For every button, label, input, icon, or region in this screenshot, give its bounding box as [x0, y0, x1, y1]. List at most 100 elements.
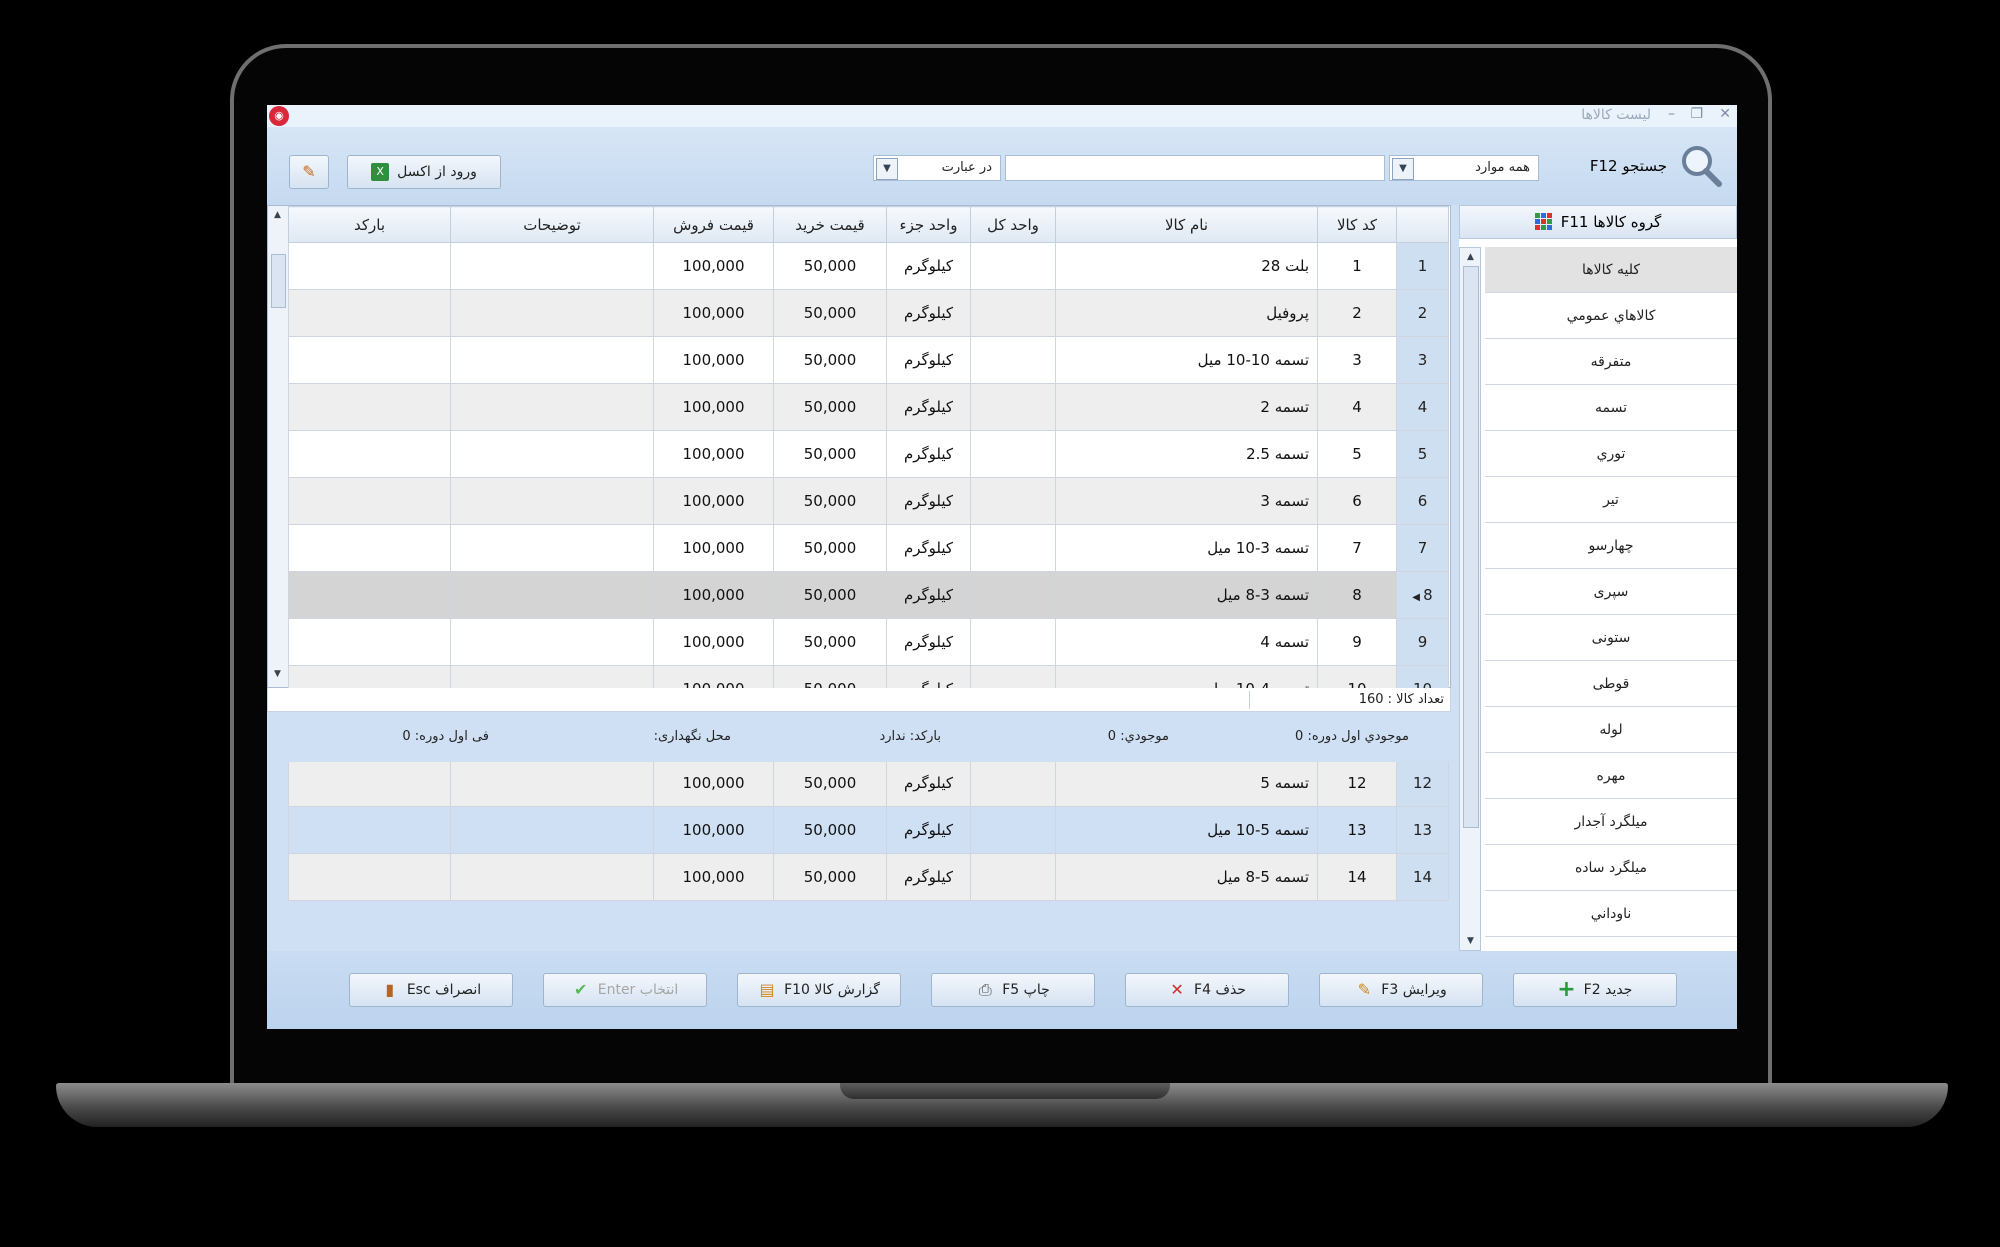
import-excel-button[interactable]: ورود از اکسل X [347, 155, 501, 189]
select-button[interactable]: انتخاب Enter ✔ [543, 973, 707, 1007]
chevron-down-icon[interactable]: ▼ [1392, 158, 1414, 180]
new-button[interactable]: جدید F2 + [1513, 973, 1677, 1007]
customize-button[interactable]: ✎ [289, 155, 329, 189]
sell-price-cell: 100,000 [653, 289, 774, 337]
print-button[interactable]: چاپ F5 ⎙ [931, 973, 1095, 1007]
group-item[interactable]: تسمه [1485, 385, 1737, 431]
row-number-cell[interactable]: 2 [1396, 289, 1449, 337]
cancel-button[interactable]: انصراف Esc ▮ [349, 973, 513, 1007]
col-header-item-code[interactable]: کد کالا [1317, 206, 1397, 243]
row-number-cell[interactable]: 1 [1396, 242, 1449, 290]
table-row[interactable]: 100,000 50,000 کیلوگرم تسمه 10-10 میل 3 3 [288, 336, 1449, 384]
item-name-cell: پروفیل [1055, 289, 1318, 337]
col-header-buy-price[interactable]: قیمت خرید [773, 206, 887, 243]
description-cell [450, 336, 654, 384]
table-row[interactable]: 100,000 50,000 کیلوگرم تسمه 366 [288, 477, 1449, 525]
group-item[interactable]: کالاهاي عمومي [1485, 293, 1737, 339]
barcode-cell [288, 336, 451, 384]
row-number: 8 [1423, 586, 1433, 604]
col-header-sell-price[interactable]: قیمت فروش [653, 206, 774, 243]
buy-price-cell: 50,000 [773, 524, 887, 572]
delete-button[interactable]: حذف F4 ✕ [1125, 973, 1289, 1007]
search-input[interactable] [1005, 155, 1385, 181]
scroll-up-icon[interactable]: ▲ [270, 208, 285, 222]
row-number-cell[interactable]: 12 [1396, 759, 1449, 807]
scroll-down-icon[interactable]: ▼ [1463, 934, 1478, 948]
row-number-cell[interactable]: 14 [1396, 853, 1449, 901]
scroll-thumb[interactable] [271, 254, 286, 308]
row-number-cell[interactable]: 3 [1396, 336, 1449, 384]
row-number-cell[interactable]: 4 [1396, 383, 1449, 431]
col-header-item-name[interactable]: نام کالا [1055, 206, 1318, 243]
grid-dots-icon [1534, 213, 1552, 230]
table-row[interactable]: 100,000 50,000 کیلوگرم تسمه 3-8 میل 8 ◀ 8 [288, 571, 1449, 619]
table-row[interactable]: 100,000 50,000 کیلوگرم تسمه 5 12 12 [288, 759, 1449, 807]
group-item[interactable]: قوطی [1485, 661, 1737, 707]
unit-total-cell [970, 759, 1056, 807]
description-cell [450, 618, 654, 666]
group-item[interactable]: ناوداني [1485, 891, 1737, 937]
table-row[interactable]: 100,000 50,000 کیلوگرم بلت 28 1 1 [288, 242, 1449, 290]
grid-scrollbar[interactable]: ▲ ▼ [268, 206, 289, 687]
group-item[interactable]: تیر [1485, 477, 1737, 523]
group-item[interactable]: مهره [1485, 753, 1737, 799]
item-code-cell: 9 [1317, 618, 1397, 666]
restore-icon[interactable]: ❐ [1690, 106, 1703, 122]
group-panel: گروه کالاها F11 ▲ ▼ کلیه کالاها کالاهاي ع… [1459, 205, 1737, 951]
field-select[interactable]: ▼ همه موارد [1389, 155, 1539, 181]
minimize-icon[interactable]: – [1668, 106, 1675, 122]
row-number-cell[interactable]: 6 [1396, 477, 1449, 525]
description-cell [450, 289, 654, 337]
table-row[interactable]: 100,000 50,000 کیلوگرم تسمه 2.5 5 5 [288, 430, 1449, 478]
item-report-button[interactable]: گزارش کالا F10 ▤ [737, 973, 901, 1007]
col-header-unit-part[interactable]: واحد جزء [886, 206, 971, 243]
search-icon[interactable] [1679, 143, 1723, 187]
table-row[interactable]: 100,000 50,000 کیلوگرم تسمه 499 [288, 618, 1449, 666]
row-number-cell[interactable]: 7 [1396, 524, 1449, 572]
app-logo-icon[interactable]: ◉ [269, 106, 289, 126]
group-item[interactable]: کلیه کالاها [1485, 247, 1737, 293]
group-scrollbar[interactable]: ▲ ▼ [1459, 247, 1481, 951]
row-number-cell[interactable]: 9 [1396, 618, 1449, 666]
unit-part-cell: کیلوگرم [886, 242, 971, 290]
scroll-up-icon[interactable]: ▲ [1463, 250, 1478, 264]
group-item[interactable]: متفرقه [1485, 339, 1737, 385]
match-select[interactable]: ▼ در عبارت [873, 155, 1001, 181]
table-row[interactable]: 100,000 50,000 کیلوگرم پروفیل 2 2 [288, 289, 1449, 337]
scroll-thumb[interactable] [1463, 266, 1479, 828]
description-cell [450, 853, 654, 901]
col-header-description[interactable]: توضیحات [450, 206, 654, 243]
group-panel-header[interactable]: گروه کالاها F11 [1459, 205, 1737, 239]
col-header-barcode[interactable]: بارکد [288, 206, 451, 243]
edit-button[interactable]: ویرایش F3 ✎ [1319, 973, 1483, 1007]
row-number-cell[interactable]: ◀ 8 [1396, 571, 1449, 619]
table-row[interactable]: 100,000 50,000 کیلوگرم تسمه 3-10 میل 7 7 [288, 524, 1449, 572]
close-icon[interactable]: ✕ [1719, 106, 1731, 122]
group-item[interactable]: میلگرد آجدار [1485, 799, 1737, 845]
group-item[interactable]: چهارسو [1485, 523, 1737, 569]
table-row[interactable]: 100,000 50,000 کیلوگرم تسمه 5-10 میل 13 13 [288, 806, 1449, 854]
table-row[interactable]: 100,000 50,000 کیلوگرم تسمه 244 [288, 383, 1449, 431]
sell-price-cell: 100,000 [653, 759, 774, 807]
group-item[interactable]: ستونی [1485, 615, 1737, 661]
group-item[interactable]: میلگرد ساده [1485, 845, 1737, 891]
unit-total-cell [970, 571, 1056, 619]
unit-part-cell: کیلوگرم [886, 618, 971, 666]
report-icon: ▤ [759, 980, 775, 999]
unit-part-cell: کیلوگرم [886, 853, 971, 901]
description-cell [450, 242, 654, 290]
printer-icon: ⎙ [978, 980, 992, 999]
group-item[interactable]: لوله [1485, 707, 1737, 753]
scroll-down-icon[interactable]: ▼ [270, 667, 285, 681]
buy-price-cell: 50,000 [773, 759, 887, 807]
excel-icon: X [371, 163, 390, 181]
table-row[interactable]: 100,000 50,000 کیلوگرم تسمه 5-8 میل 14 14 [288, 853, 1449, 901]
unit-part-cell: کیلوگرم [886, 524, 971, 572]
col-header-unit-total[interactable]: واحد کل [970, 206, 1056, 243]
group-item[interactable]: سپری [1485, 569, 1737, 615]
chevron-down-icon[interactable]: ▼ [876, 158, 898, 180]
row-number-cell[interactable]: 5 [1396, 430, 1449, 478]
buy-price-cell: 50,000 [773, 383, 887, 431]
group-item[interactable]: توري [1485, 431, 1737, 477]
row-number-cell[interactable]: 13 [1396, 806, 1449, 854]
